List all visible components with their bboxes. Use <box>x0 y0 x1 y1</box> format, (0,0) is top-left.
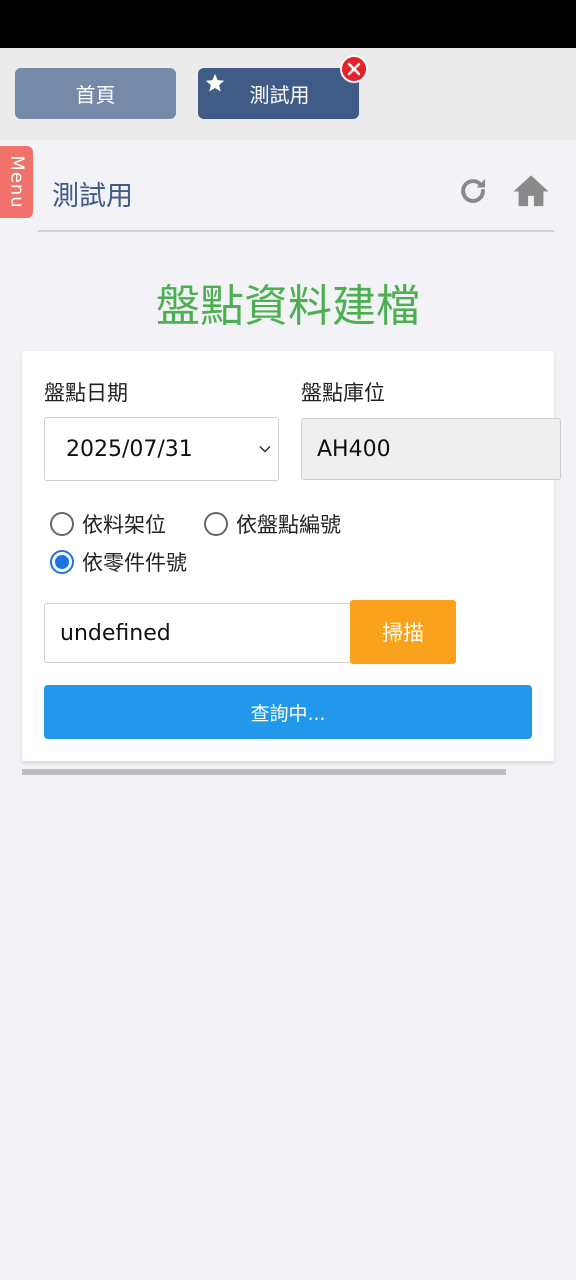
radio-shelf-label: 依料架位 <box>82 513 166 537</box>
menu-label: Menu <box>6 155 27 209</box>
date-label: 盤點日期 <box>44 381 128 405</box>
star-icon <box>205 73 225 92</box>
tab-strip: 首頁 測試用 <box>0 48 576 140</box>
date-value: 2025/07/31 <box>66 436 193 462</box>
scan-input[interactable]: undefined <box>44 603 351 663</box>
menu-button[interactable]: Menu <box>0 146 33 218</box>
form-card: 盤點日期 盤點庫位 2025/07/31 AH400 依料架位 依盤點編號 依零… <box>22 351 561 761</box>
chevron-down-icon <box>259 445 271 453</box>
radio-count-number[interactable]: 依盤點編號 <box>204 509 341 539</box>
scan-button[interactable]: 掃描 <box>350 600 456 664</box>
tab-home-label: 首頁 <box>75 83 116 107</box>
radio-part-number[interactable]: 依零件件號 <box>50 547 187 577</box>
horizontal-scrollbar[interactable] <box>22 769 506 775</box>
tab-test-label: 測試用 <box>249 83 310 107</box>
radio-shelf[interactable]: 依料架位 <box>50 509 166 539</box>
radio-circle <box>204 512 228 536</box>
tab-home[interactable]: 首頁 <box>15 68 176 119</box>
tab-test[interactable]: 測試用 <box>198 68 359 119</box>
radio-circle <box>50 550 74 574</box>
close-icon[interactable] <box>340 55 368 83</box>
location-label: 盤點庫位 <box>301 381 385 405</box>
page-title: 測試用 <box>52 181 133 212</box>
query-button-label: 查詢中... <box>250 702 326 725</box>
radio-circle <box>50 512 74 536</box>
query-button[interactable]: 查詢中... <box>44 685 532 739</box>
home-icon[interactable] <box>512 172 550 208</box>
page-heading: 盤點資料建檔 <box>156 281 420 332</box>
location-input[interactable]: AH400 <box>301 418 561 480</box>
radio-count-number-label: 依盤點編號 <box>236 513 341 537</box>
location-value: AH400 <box>317 436 391 462</box>
radio-part-number-label: 依零件件號 <box>82 551 187 575</box>
scan-value: undefined <box>60 620 171 646</box>
status-bar <box>0 0 576 48</box>
refresh-icon[interactable] <box>456 174 490 208</box>
date-select[interactable]: 2025/07/31 <box>44 417 279 481</box>
page-header: 測試用 <box>38 158 554 232</box>
scan-button-label: 掃描 <box>382 621 424 645</box>
